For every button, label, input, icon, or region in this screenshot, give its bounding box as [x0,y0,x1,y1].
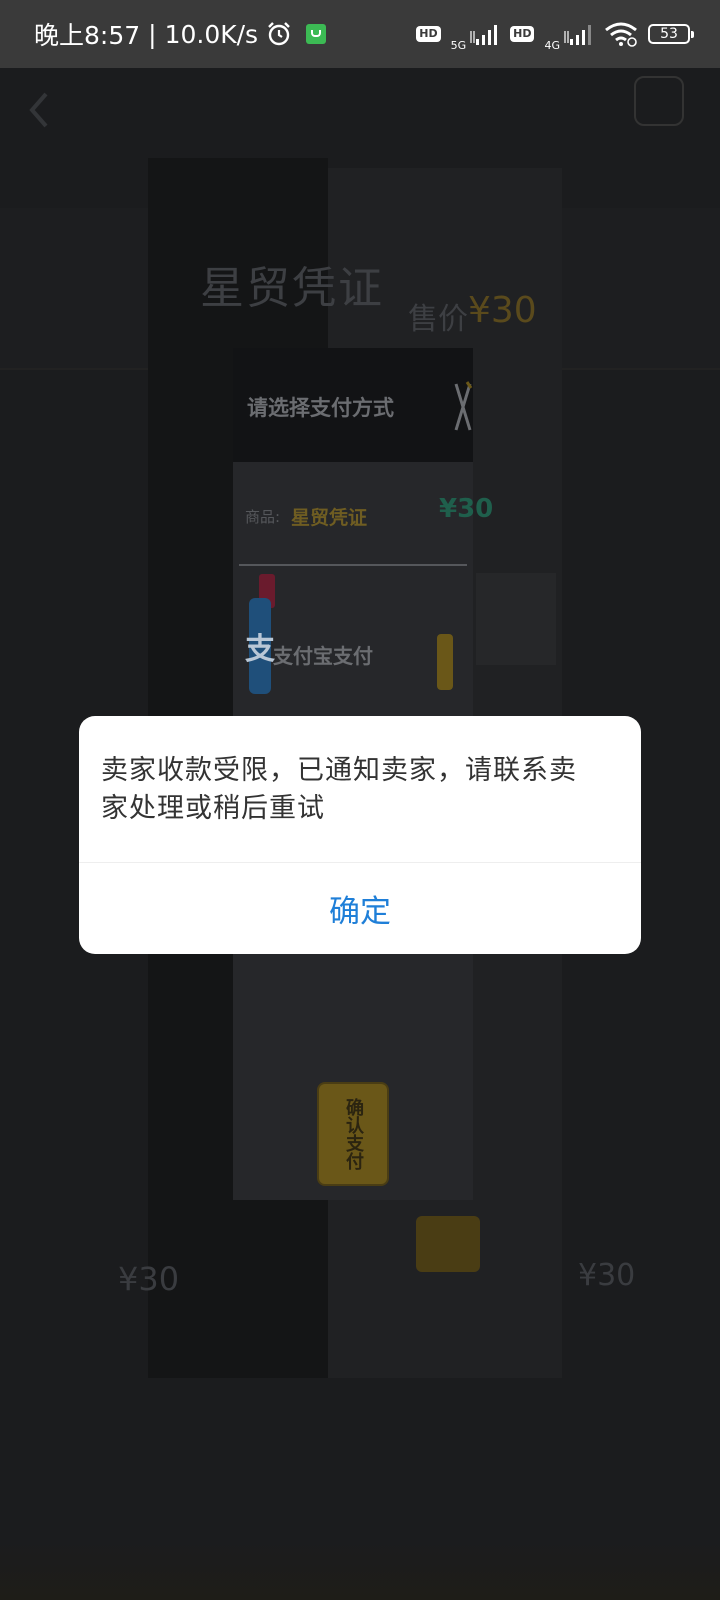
payment-item-price: ¥30 [439,494,494,524]
status-separator: | [148,19,157,49]
battery-level: 53 [660,26,678,42]
app-notification-icon [306,24,327,44]
signal-strength-icon-sim1 [470,25,498,45]
close-icon [454,381,473,431]
background-buy-button [416,1216,480,1272]
background-search-box [476,573,556,665]
payment-method-alipay-label: 支付宝支付 [273,644,373,668]
payment-item-name: 星贸凭证 [291,507,368,529]
alipay-icon: 支 [245,598,275,694]
sim1-network-type: 5G [450,38,467,52]
status-time: 晚上8:57 [34,21,141,50]
payment-sheet-title: 请选择支付方式 [247,396,394,420]
signal-strength-icon-sim2 [564,25,591,45]
hd-badge-sim2: HD [510,26,535,42]
background-price-label: 售价 [408,302,468,337]
top-right-icon [634,76,684,126]
status-left: 晚上8:57 | 10.0K/s [34,16,327,52]
background-right-price: ¥30 [578,1258,636,1293]
wifi-icon [605,22,637,47]
background-product-title: 星贸凭证 [200,263,384,314]
alert-dialog: 卖家收款受限，已通知卖家，请联系卖家处理或稍后重试 确定 [79,716,641,954]
battery-icon: 53 [648,24,694,44]
ok-button[interactable]: 确定 [79,863,641,954]
alarm-clock-icon [268,22,290,46]
background-left-price: ¥30 [118,1260,180,1298]
sim2-network-type: 4G [544,38,560,52]
hd-badge-sim1: HD [416,26,441,42]
status-net-speed: 10.0K/s [164,19,259,49]
back-arrow-icon [29,92,48,128]
bottom-glow [0,1540,720,1600]
payment-item-label: 商品: [245,508,281,526]
status-right: HD 5G HD 4G 53 [416,18,694,52]
status-bar: 晚上8:57 | 10.0K/s HD 5G HD 4G 53 [0,0,720,68]
payment-divider [239,564,467,566]
background-price: ¥30 [468,290,537,331]
confirm-pay-button: 确认支付 [319,1084,387,1184]
dialog-message: 卖家收款受限，已通知卖家，请联系卖家处理或稍后重试 [101,755,577,824]
checkmark-icon [437,634,453,690]
